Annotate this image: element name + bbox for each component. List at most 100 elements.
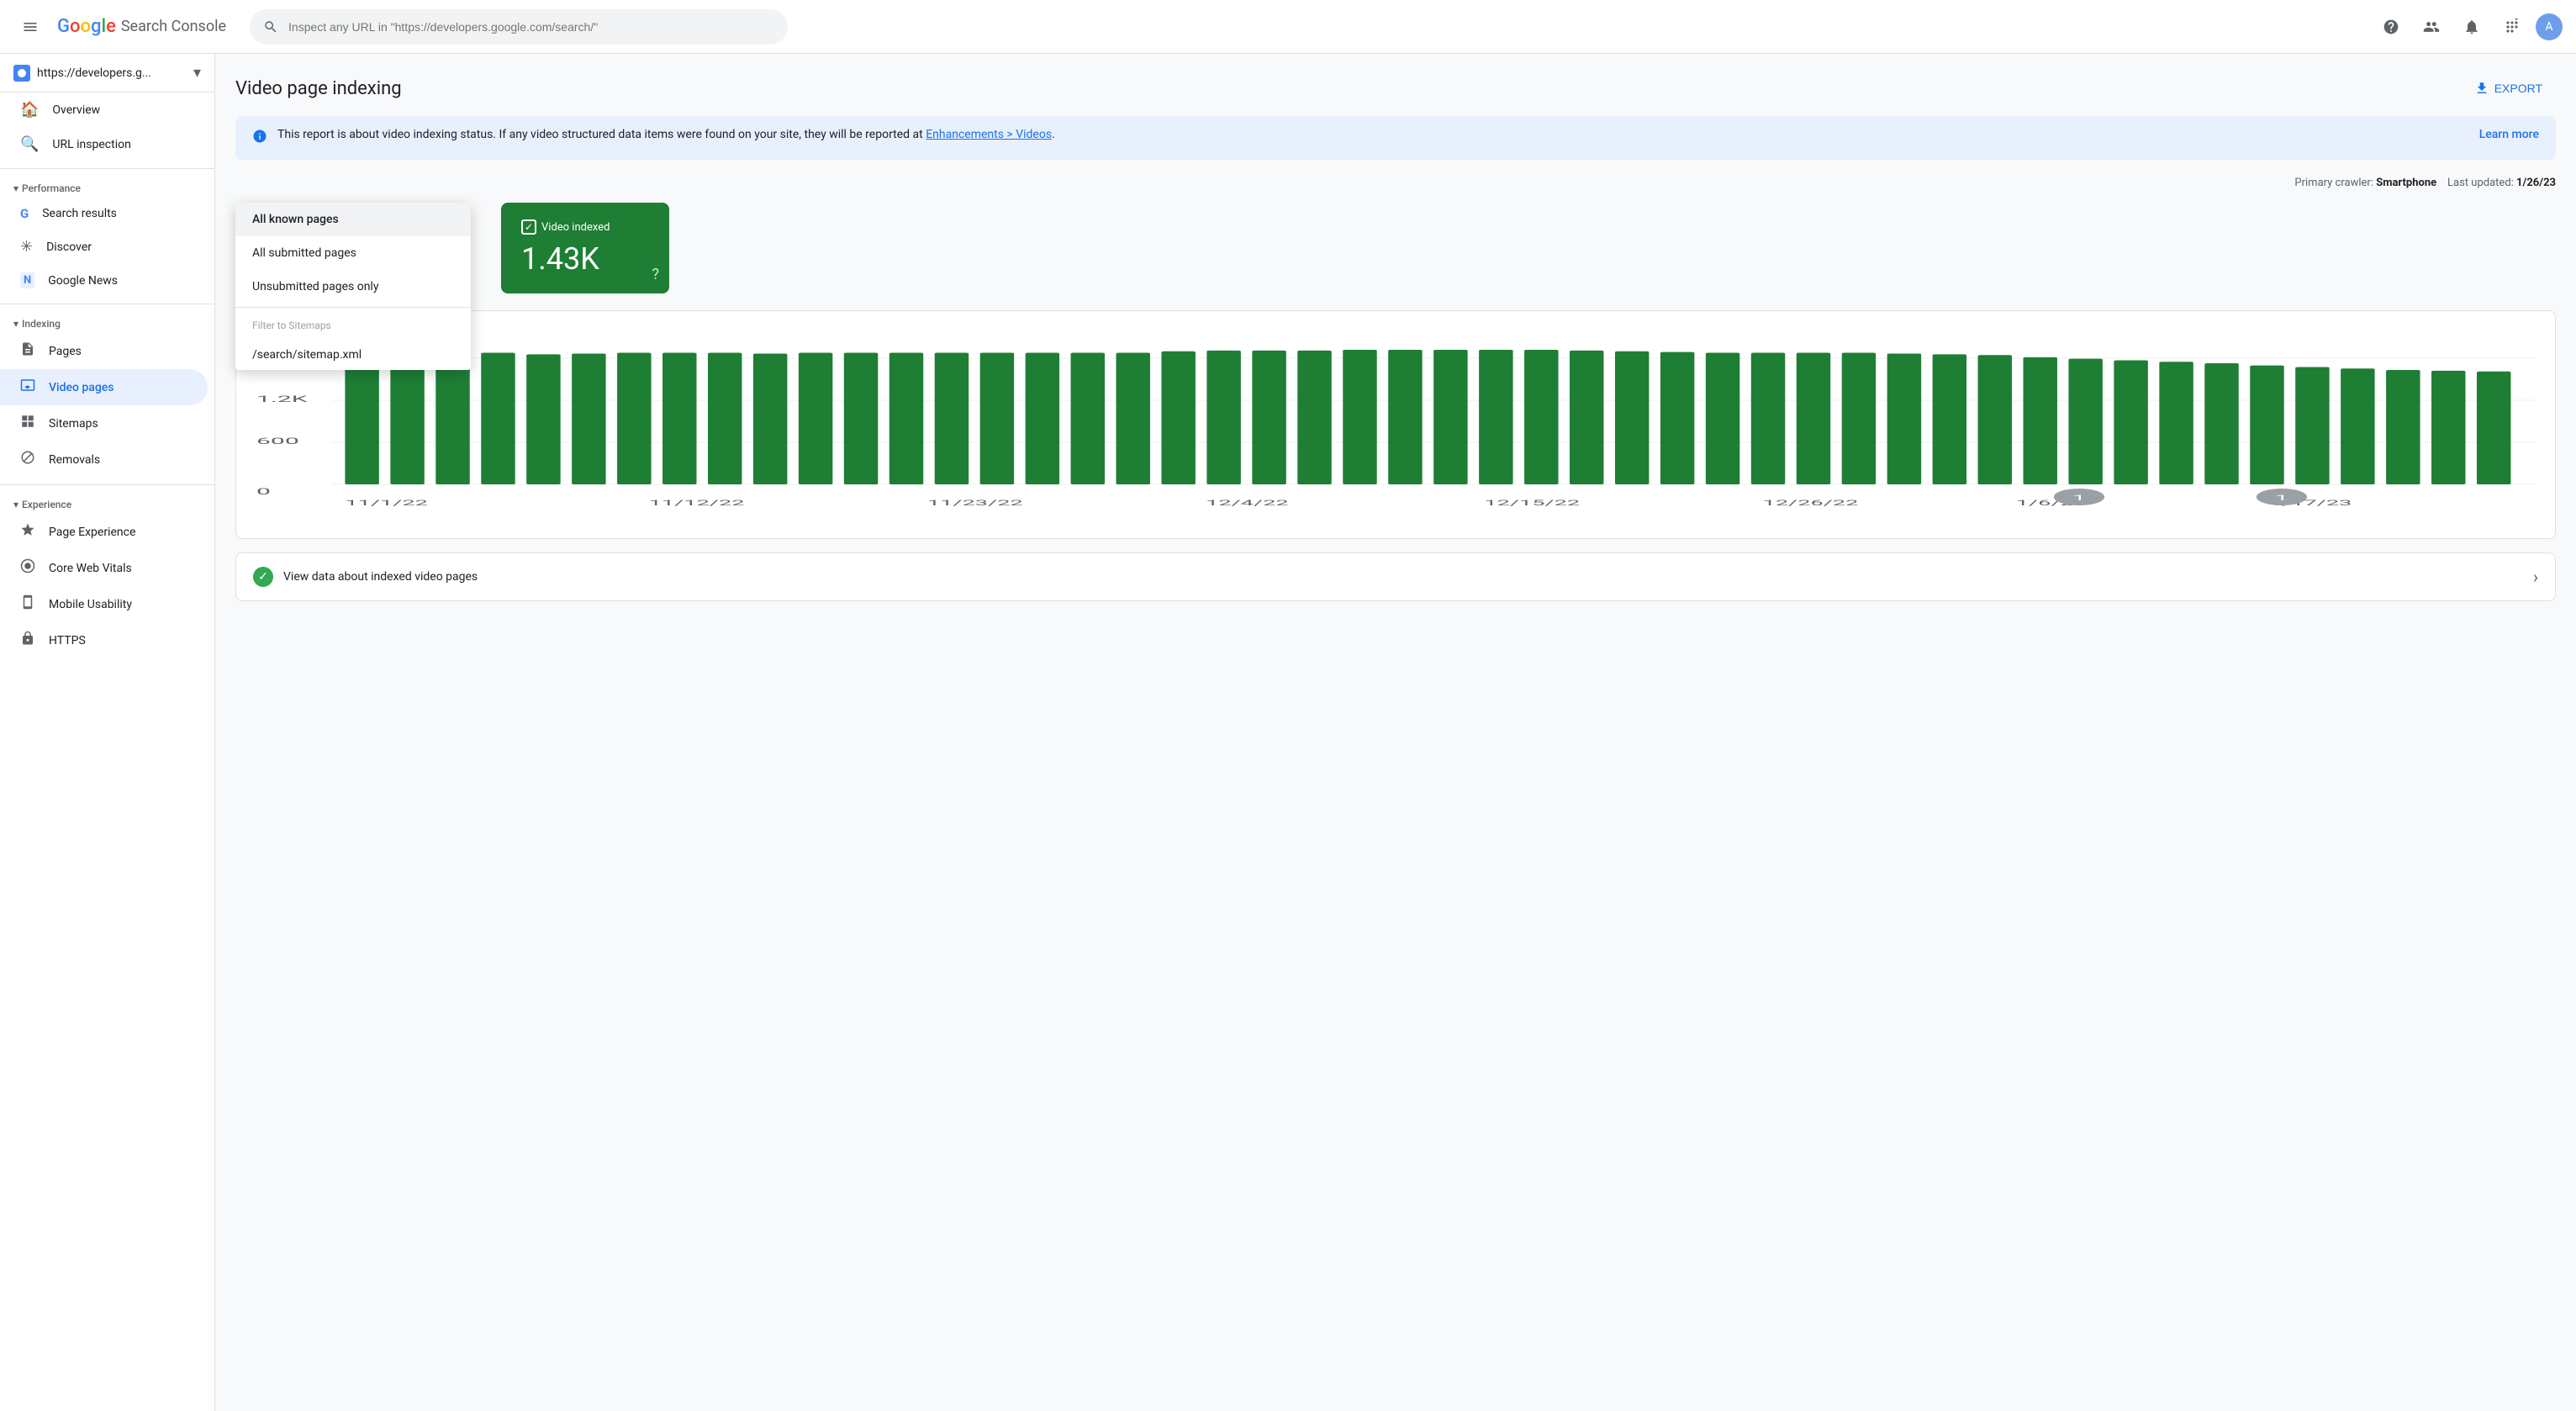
sidebar-item-mobile-usability[interactable]: Mobile Usability: [0, 586, 208, 622]
checkmark-icon: ✓: [521, 219, 536, 235]
home-icon: 🏠: [20, 101, 39, 119]
main-content: Video page indexing EXPORT This report i…: [215, 54, 2576, 621]
site-url: https://developers.g...: [37, 66, 187, 80]
help-icon[interactable]: ?: [652, 266, 659, 283]
share-button[interactable]: [2415, 10, 2448, 44]
sidebar-item-label: Google News: [48, 274, 118, 288]
enhancements-link[interactable]: Enhancements > Videos: [926, 128, 1052, 141]
apps-button[interactable]: [2495, 10, 2529, 44]
lock-icon: [20, 631, 35, 650]
sidebar-item-page-experience[interactable]: Page Experience: [0, 514, 208, 550]
chevron-down-icon: ▾: [13, 182, 18, 194]
filter-section-label: Filter to Sitemaps: [235, 311, 471, 340]
search-icon: [263, 19, 278, 34]
sidebar-item-label: HTTPS: [49, 634, 86, 647]
sitemaps-icon: [20, 414, 35, 433]
page-title: Video page indexing: [235, 78, 402, 99]
sidebar-item-label: Discover: [46, 240, 92, 254]
sidebar-item-https[interactable]: HTTPS: [0, 622, 208, 658]
metric-label: ✓ Video indexed: [521, 219, 649, 235]
layout: https://developers.g... ▾ 🏠 Overview 🔍 U…: [0, 54, 2576, 621]
news-icon: N: [20, 272, 34, 288]
info-banner: This report is about video indexing stat…: [235, 116, 2556, 160]
dropdown-option-unsubmitted[interactable]: Unsubmitted pages only: [235, 270, 471, 304]
download-icon: [2474, 81, 2489, 96]
chevron-down-icon: ▾: [193, 64, 201, 82]
chart-svg: 1.8K 1.2K 600 0 11/1/22 11/12/22 11/23/2…: [256, 350, 2535, 518]
app-name: Search Console: [121, 18, 226, 35]
view-data-label: View data about indexed video pages: [283, 570, 2523, 584]
metric-value: 1.43K: [521, 241, 649, 277]
search-input[interactable]: [288, 20, 774, 34]
sidebar-item-video-pages[interactable]: Video pages: [0, 369, 208, 405]
svg-text:11/12/22: 11/12/22: [649, 499, 745, 508]
sidebar-item-label: Removals: [49, 453, 100, 467]
svg-text:11/1/22: 11/1/22: [345, 499, 428, 508]
sidebar-item-removals[interactable]: Removals: [0, 441, 208, 478]
sidebar-item-url-inspection[interactable]: 🔍 URL inspection: [0, 127, 208, 161]
section-performance: ▾ Performance: [0, 176, 214, 198]
sidebar-item-label: Sitemaps: [49, 417, 98, 431]
chevron-down-icon: ▾: [13, 318, 18, 330]
google-icon: G: [20, 206, 29, 221]
search-bar[interactable]: [250, 9, 788, 45]
google-logo: Google Search Console: [57, 16, 226, 37]
dropdown-option-all-known[interactable]: All known pages: [235, 203, 471, 236]
sidebar-item-label: Page Experience: [49, 526, 135, 539]
chart-area: 1.8K 1.2K 600 0 11/1/22 11/12/22 11/23/2…: [256, 350, 2535, 518]
sidebar-item-label: Core Web Vitals: [49, 562, 132, 575]
chevron-right-icon: ›: [2533, 567, 2538, 587]
sidebar-item-overview[interactable]: 🏠 Overview: [0, 92, 208, 127]
filter-dropdown: All known pages All submitted pages Unsu…: [235, 203, 471, 370]
export-button[interactable]: EXPORT: [2461, 74, 2556, 103]
sidebar-item-discover[interactable]: ✳ Discover: [0, 230, 208, 264]
sidebar-item-label: Pages: [49, 345, 82, 358]
check-circle-icon: ✓: [253, 567, 273, 587]
metrics-row: All known pages All submitted pages Unsu…: [235, 203, 2556, 293]
help-button[interactable]: [2374, 10, 2408, 44]
metric-card-container: ✓ Video indexed 1.43K ?: [501, 203, 669, 293]
svg-text:12/26/22: 12/26/22: [1763, 499, 1859, 508]
svg-text:12/4/22: 12/4/22: [1206, 499, 1289, 508]
svg-text:12/15/22: 12/15/22: [1484, 499, 1580, 508]
learn-more-link[interactable]: Learn more: [2479, 128, 2539, 141]
metric-card-video-indexed: ✓ Video indexed 1.43K ?: [501, 203, 669, 293]
sidebar-item-label: Video pages: [49, 381, 113, 394]
info-icon: [252, 129, 267, 148]
chart-container: Video pages 1.8K 1.2K 600 0: [235, 310, 2556, 539]
core-web-vitals-icon: [20, 558, 35, 578]
svg-text:1: 1: [2275, 494, 2288, 503]
page-header: Video page indexing EXPORT: [235, 74, 2556, 103]
dropdown-sitemap-option[interactable]: /search/sitemap.xml: [235, 340, 471, 370]
sidebar-item-pages[interactable]: Pages: [0, 333, 208, 369]
menu-button[interactable]: [13, 10, 47, 44]
sidebar-item-sitemaps[interactable]: Sitemaps: [0, 405, 208, 441]
site-icon: [13, 65, 30, 82]
dropdown-option-all-submitted[interactable]: All submitted pages: [235, 236, 471, 270]
pages-icon: [20, 341, 35, 361]
mobile-icon: [20, 595, 35, 614]
divider: [235, 307, 471, 308]
sidebar-item-label: Overview: [52, 103, 100, 117]
sidebar: https://developers.g... ▾ 🏠 Overview 🔍 U…: [0, 54, 215, 1411]
site-selector[interactable]: https://developers.g... ▾: [0, 54, 214, 92]
video-pages-icon: [20, 378, 35, 397]
header-actions: A: [2374, 10, 2563, 44]
sidebar-item-core-web-vitals[interactable]: Core Web Vitals: [0, 550, 208, 586]
sidebar-item-search-results[interactable]: G Search results: [0, 198, 208, 230]
avatar[interactable]: A: [2536, 13, 2563, 40]
section-indexing: ▾ Indexing: [0, 311, 214, 333]
search-icon: 🔍: [20, 135, 39, 153]
divider: [0, 168, 214, 169]
sidebar-item-google-news[interactable]: N Google News: [0, 264, 208, 297]
sidebar-item-label: URL inspection: [52, 138, 130, 151]
chevron-down-icon: ▾: [13, 499, 18, 510]
svg-text:1: 1: [2072, 494, 2085, 503]
crawler-info: Primary crawler: Smartphone Last updated…: [235, 177, 2556, 189]
section-experience: ▾ Experience: [0, 492, 214, 514]
notifications-button[interactable]: [2455, 10, 2489, 44]
header: Google Search Console: [0, 0, 2576, 54]
view-data-card[interactable]: ✓ View data about indexed video pages ›: [235, 552, 2556, 601]
svg-text:0: 0: [256, 487, 271, 497]
removals-icon: [20, 450, 35, 469]
